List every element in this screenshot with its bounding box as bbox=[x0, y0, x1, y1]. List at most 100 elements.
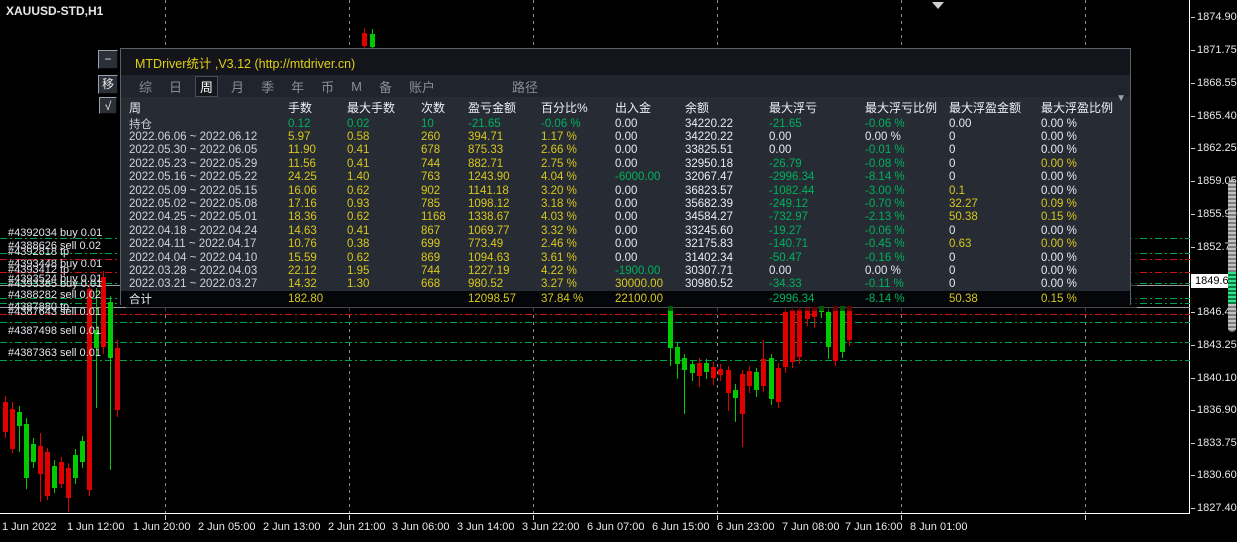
time-label: 3 Jun 06:00 bbox=[392, 521, 450, 533]
table-header-row: 周手数 最大手数 次数 盈亏金额 百分比% 出入金 余额 最大浮亏 最大浮亏比例 最大浮盈金额 最大… bbox=[121, 97, 1130, 117]
table-cell: 3.61 % bbox=[541, 251, 577, 264]
trade-level-line bbox=[0, 360, 1190, 361]
table-row[interactable]: 2022.05.02 ~ 2022.05.08 17.16 0.93 785 1098.… bbox=[121, 197, 1130, 210]
table-row[interactable]: 2022.05.16 ~ 2022.05.22 24.25 1.40 763 1243.… bbox=[121, 171, 1130, 184]
menu-item-M[interactable]: M bbox=[347, 79, 366, 94]
price-label: 1868.55 bbox=[1197, 77, 1237, 89]
column-header: 盈亏金额 bbox=[468, 100, 517, 115]
table-row[interactable]: 持仓 0.12 0.02 10 -21.65 -0.06 % 0.00 34220.22 -21… bbox=[121, 117, 1130, 131]
order-label: #4387363 sell 0.01 bbox=[8, 347, 101, 359]
menu-item-币[interactable]: 币 bbox=[317, 77, 338, 96]
menu-item-季[interactable]: 季 bbox=[257, 77, 278, 96]
table-cell: 2022.04.25 ~ 2022.05.01 bbox=[129, 211, 258, 224]
panel-move-button[interactable]: 移 bbox=[98, 75, 118, 94]
column-header: 最大浮亏比例 bbox=[865, 100, 938, 115]
table-cell: 31402.34 bbox=[685, 251, 733, 264]
table-cell: 3.32 % bbox=[541, 224, 577, 237]
table-cell: -0.06 % bbox=[865, 117, 905, 130]
chevron-down-icon[interactable]: ▼ bbox=[1116, 93, 1126, 104]
time-label: 7 Jun 08:00 bbox=[782, 521, 840, 533]
price-label: 1830.60 bbox=[1197, 469, 1237, 481]
table-cell: 2022.05.23 ~ 2022.05.29 bbox=[129, 157, 258, 170]
price-label: 1836.90 bbox=[1197, 404, 1237, 416]
menu-item-账户[interactable]: 账户 bbox=[405, 77, 439, 96]
table-cell: -2996.34 bbox=[769, 171, 815, 184]
table-row[interactable]: 2022.04.25 ~ 2022.05.01 18.36 0.62 1168 1338… bbox=[121, 211, 1130, 224]
table-row[interactable]: 2022.05.23 ~ 2022.05.29 11.56 0.41 744 882.7… bbox=[121, 157, 1130, 170]
table-cell: 0.41 bbox=[347, 157, 370, 170]
menu-item-综[interactable]: 综 bbox=[135, 77, 156, 96]
table-cell: -1082.44 bbox=[769, 184, 815, 197]
axis-tick bbox=[1191, 181, 1195, 182]
menu-item-月[interactable]: 月 bbox=[227, 77, 248, 96]
table-cell: 0.41 bbox=[347, 224, 370, 237]
table-cell: 14.32 bbox=[288, 278, 317, 291]
table-cell: 3.18 % bbox=[541, 198, 577, 211]
column-header: 百分比% bbox=[541, 100, 588, 115]
panel-menu-row: 综日周月季年币 M 备账户 路径 bbox=[121, 75, 1130, 97]
table-cell: -732.97 bbox=[769, 211, 809, 224]
panel-title-bar[interactable]: MTDriver统计 ,V3.12 (http://mtdriver.cn) bbox=[121, 49, 1130, 75]
table-row[interactable]: 2022.04.18 ~ 2022.04.24 14.63 0.41 867 1069.… bbox=[121, 224, 1130, 237]
panel-minimize-button[interactable]: − bbox=[98, 50, 118, 69]
menu-item-备[interactable]: 备 bbox=[375, 77, 396, 96]
axis-tick bbox=[1191, 410, 1195, 411]
axis-tick bbox=[1191, 214, 1195, 215]
chart-shift-marker-icon[interactable] bbox=[932, 2, 944, 9]
table-cell: 699 bbox=[421, 238, 441, 251]
table-cell: 1141.18 bbox=[468, 184, 509, 197]
menu-item-日[interactable]: 日 bbox=[165, 77, 186, 96]
trade-level-line bbox=[0, 342, 1190, 343]
scrollbar-thumb[interactable] bbox=[1228, 180, 1236, 332]
table-row[interactable]: 2022.06.06 ~ 2022.06.12 5.97 0.58 260 394.71… bbox=[121, 130, 1130, 143]
table-cell: 34584.27 bbox=[685, 211, 733, 224]
table-cell: 17.16 bbox=[288, 198, 317, 211]
time-label: 2 Jun 21:00 bbox=[328, 521, 386, 533]
time-label: 7 Jun 16:00 bbox=[845, 521, 903, 533]
menu-item-路径[interactable]: 路径 bbox=[508, 77, 542, 96]
table-cell: 0.00 bbox=[615, 251, 638, 264]
table-cell: 32175.83 bbox=[685, 238, 733, 251]
table-cell: 0.00 bbox=[615, 211, 638, 224]
table-row[interactable]: 2022.04.04 ~ 2022.04.10 15.59 0.62 869 1094.… bbox=[121, 251, 1130, 264]
table-row[interactable]: 2022.05.30 ~ 2022.06.05 11.90 0.41 678 875.3… bbox=[121, 144, 1130, 157]
table-cell: 678 bbox=[421, 144, 441, 157]
column-header: 余额 bbox=[685, 100, 710, 115]
table-cell: 0.62 bbox=[347, 251, 370, 264]
table-row[interactable]: 2022.05.09 ~ 2022.05.15 16.06 0.62 902 1141.… bbox=[121, 184, 1130, 197]
trade-level-line bbox=[0, 322, 1190, 323]
table-cell: 1094.63 bbox=[468, 251, 510, 264]
panel-sqrt-button[interactable]: √ bbox=[99, 97, 117, 114]
axis-tick bbox=[1191, 312, 1195, 313]
table-cell: 0.00 bbox=[615, 198, 638, 211]
menu-item-年[interactable]: 年 bbox=[287, 77, 308, 96]
table-cell: -21.65 bbox=[468, 117, 501, 130]
total-cell: -8.14 % bbox=[865, 292, 905, 305]
time-label: 2 Jun 13:00 bbox=[263, 521, 321, 533]
table-cell: 14.63 bbox=[288, 224, 317, 237]
column-header: 周 bbox=[129, 100, 142, 115]
table-cell: 0.00 % bbox=[1041, 117, 1077, 130]
table-total-row: 合计 182.80 12098.57 37.84 % 22100.00 -2996.34 -… bbox=[121, 291, 1130, 307]
table-cell: 0.00 bbox=[769, 144, 792, 157]
table-cell: 1168 bbox=[421, 211, 446, 224]
table-row[interactable]: 2022.04.11 ~ 2022.04.17 10.76 0.38 699 773.4… bbox=[121, 238, 1130, 251]
table-cell: 0.00 % bbox=[865, 264, 901, 277]
table-cell: 1098.12 bbox=[468, 198, 510, 211]
price-label: 1874.90 bbox=[1197, 11, 1237, 23]
table-cell: 1069.77 bbox=[468, 224, 510, 237]
table-cell: 15.59 bbox=[288, 251, 317, 264]
table-cell: 30980.52 bbox=[685, 278, 733, 291]
order-label: #4387643 sell 0.01 bbox=[8, 306, 101, 318]
axis-tick bbox=[717, 515, 718, 520]
table-cell: -6000.00 bbox=[615, 171, 661, 184]
axis-tick bbox=[533, 515, 534, 520]
table-row[interactable]: 2022.03.21 ~ 2022.03.27 14.32 1.30 668 980.5… bbox=[121, 278, 1130, 291]
table-row[interactable]: 2022.03.28 ~ 2022.04.03 22.12 1.95 744 1227.… bbox=[121, 264, 1130, 277]
price-label: 1840.10 bbox=[1197, 372, 1237, 384]
menu-item-周[interactable]: 周 bbox=[195, 75, 219, 97]
time-axis[interactable]: 1 Jun 2022 1 Jun 12:00 1 Jun 20:00 2 Jun 05… bbox=[0, 515, 1237, 542]
price-label: 1827.40 bbox=[1197, 502, 1237, 514]
table-cell: 1338.67 bbox=[468, 211, 510, 224]
table-cell: 0.00 bbox=[615, 238, 638, 251]
